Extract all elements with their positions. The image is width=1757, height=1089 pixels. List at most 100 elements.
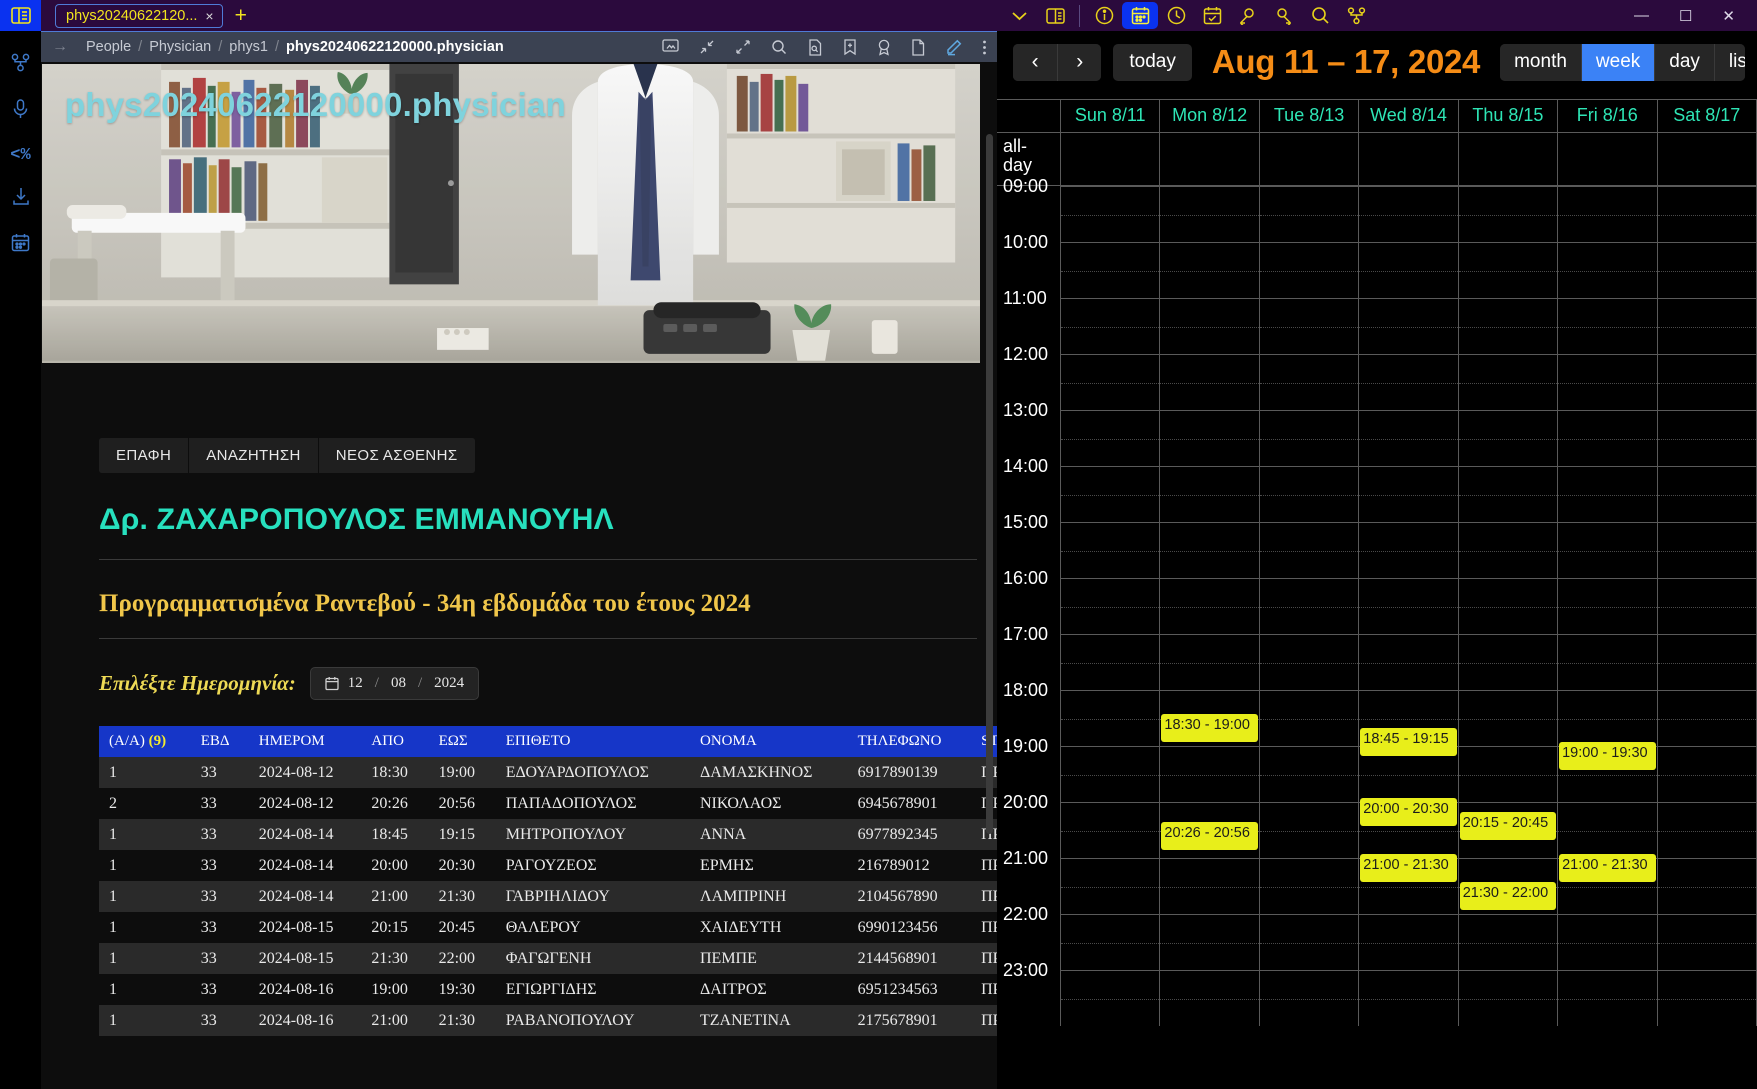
maximize-button[interactable]: ☐ bbox=[1679, 7, 1692, 25]
time-cell[interactable] bbox=[1259, 634, 1360, 690]
calendar-icon[interactable] bbox=[11, 233, 30, 257]
git-graph-icon[interactable] bbox=[1338, 2, 1374, 29]
time-cell[interactable] bbox=[1259, 186, 1360, 242]
table-row[interactable]: 1 33 2024-08-15 21:30 22:00 ΦΑΓΩΓΕΝΗ ΠΕΜΠΕ 2144… bbox=[99, 943, 997, 974]
breadcrumb-item-2[interactable]: phys1 bbox=[229, 39, 268, 55]
time-cell[interactable] bbox=[1359, 298, 1459, 354]
time-cell[interactable] bbox=[1558, 914, 1658, 970]
all-day-cell[interactable] bbox=[1160, 133, 1260, 185]
day-header-fri[interactable]: Fri 8/16 bbox=[1558, 100, 1658, 132]
time-cell[interactable] bbox=[1657, 914, 1757, 970]
info-icon[interactable] bbox=[1086, 2, 1122, 29]
calendar-event[interactable]: 21:00 - 21:30 bbox=[1559, 854, 1656, 882]
search-button[interactable]: ΑΝΑΖΗΤΗΣΗ bbox=[189, 438, 319, 473]
time-cell[interactable] bbox=[1359, 914, 1459, 970]
graph-view-icon[interactable] bbox=[11, 53, 30, 77]
calendar-event[interactable]: 20:15 - 20:45 bbox=[1459, 812, 1557, 840]
contact-button[interactable]: ΕΠΑΦΗ bbox=[99, 438, 190, 473]
time-cell[interactable] bbox=[1458, 914, 1559, 970]
all-day-cell[interactable] bbox=[1658, 133, 1757, 185]
view-list-button[interactable]: list bbox=[1713, 43, 1745, 81]
prev-week-button[interactable]: ‹ bbox=[1013, 43, 1058, 81]
time-cell[interactable] bbox=[1160, 410, 1260, 466]
time-cell[interactable] bbox=[1558, 634, 1658, 690]
calendar-event[interactable]: 18:30 - 19:00 bbox=[1161, 714, 1258, 742]
time-cell[interactable] bbox=[1061, 802, 1161, 858]
time-cell[interactable] bbox=[1160, 522, 1260, 578]
time-cell[interactable] bbox=[1558, 186, 1658, 242]
time-cell[interactable] bbox=[1657, 466, 1757, 522]
day-header-sat[interactable]: Sat 8/17 bbox=[1658, 100, 1757, 132]
all-day-cell[interactable] bbox=[1558, 133, 1658, 185]
time-cell[interactable] bbox=[1657, 354, 1757, 410]
day-header-wed[interactable]: Wed 8/14 bbox=[1359, 100, 1459, 132]
time-cell[interactable] bbox=[1558, 298, 1658, 354]
time-cell[interactable] bbox=[1558, 242, 1658, 298]
time-cell[interactable] bbox=[1657, 634, 1757, 690]
time-cell[interactable] bbox=[1458, 298, 1559, 354]
table-row[interactable]: 1 33 2024-08-16 19:00 19:30 ΕΓΙΩΡΓΙΔΗΣ ΔΑΙΤΡΟΣ… bbox=[99, 974, 997, 1005]
calendar-check-icon[interactable] bbox=[1194, 2, 1230, 29]
time-cell[interactable] bbox=[1259, 522, 1360, 578]
time-cell[interactable] bbox=[1061, 634, 1161, 690]
search-icon[interactable] bbox=[1302, 2, 1338, 29]
next-week-button[interactable]: › bbox=[1057, 43, 1102, 81]
time-cell[interactable] bbox=[1558, 466, 1658, 522]
time-cell[interactable] bbox=[1259, 242, 1360, 298]
time-cell[interactable] bbox=[1160, 914, 1260, 970]
calendar-event[interactable]: 20:00 - 20:30 bbox=[1360, 798, 1457, 826]
view-day-button[interactable]: day bbox=[1654, 43, 1714, 81]
time-cell[interactable] bbox=[1160, 466, 1260, 522]
time-cell[interactable] bbox=[1458, 634, 1559, 690]
day-header-thu[interactable]: Thu 8/15 bbox=[1459, 100, 1559, 132]
table-row[interactable]: 1 33 2024-08-15 20:15 20:45 ΘΑΛΕΡΟΥ ΧΑΙΔΕΥΤΗ 69… bbox=[99, 912, 997, 943]
time-cell[interactable] bbox=[1657, 690, 1757, 746]
time-cell[interactable] bbox=[1061, 186, 1161, 242]
time-cell[interactable] bbox=[1061, 354, 1161, 410]
time-cell[interactable] bbox=[1657, 578, 1757, 634]
more-options-icon[interactable] bbox=[982, 39, 987, 56]
time-cell[interactable] bbox=[1160, 354, 1260, 410]
time-cell[interactable] bbox=[1259, 298, 1360, 354]
time-cell[interactable] bbox=[1458, 970, 1559, 1026]
view-month-button[interactable]: month bbox=[1500, 43, 1581, 81]
time-cell[interactable] bbox=[1558, 578, 1658, 634]
presentation-icon[interactable] bbox=[662, 39, 679, 55]
time-cell[interactable] bbox=[1061, 466, 1161, 522]
microphone-icon[interactable] bbox=[12, 99, 29, 124]
time-cell[interactable] bbox=[1160, 298, 1260, 354]
time-cell[interactable] bbox=[1160, 970, 1260, 1026]
time-cell[interactable] bbox=[1558, 690, 1658, 746]
table-row[interactable]: 2 33 2024-08-12 20:26 20:56 ΠΑΠΑΔΟΠΟΥΛΟΣ ΝΙΚΟΛ… bbox=[99, 788, 997, 819]
time-cell[interactable] bbox=[1259, 690, 1360, 746]
time-cell[interactable] bbox=[1259, 802, 1360, 858]
new-tab-button[interactable]: + bbox=[235, 5, 247, 26]
time-cell[interactable] bbox=[1458, 522, 1559, 578]
time-cell[interactable] bbox=[1657, 298, 1757, 354]
time-cell[interactable] bbox=[1359, 186, 1459, 242]
today-button[interactable]: today bbox=[1113, 43, 1192, 81]
collapse-icon[interactable] bbox=[699, 39, 715, 55]
time-cell[interactable] bbox=[1558, 354, 1658, 410]
chevron-down-icon[interactable] bbox=[1001, 2, 1037, 29]
tab-note[interactable]: phys20240622120... × bbox=[55, 3, 223, 28]
time-cell[interactable] bbox=[1458, 242, 1559, 298]
time-cell[interactable] bbox=[1160, 858, 1260, 914]
calendar-event[interactable]: 20:26 - 20:56 bbox=[1161, 822, 1258, 851]
time-cell[interactable] bbox=[1458, 186, 1559, 242]
time-cell[interactable] bbox=[1061, 242, 1161, 298]
table-row[interactable]: 1 33 2024-08-14 18:45 19:15 ΜΗΤΡΟΠΟΥΛΟΥ ΑΝΝΑ 69… bbox=[99, 819, 997, 850]
time-cell[interactable] bbox=[1259, 858, 1360, 914]
time-cell[interactable] bbox=[1259, 914, 1360, 970]
time-cell[interactable] bbox=[1458, 354, 1559, 410]
new-note-icon[interactable] bbox=[911, 38, 925, 56]
time-cell[interactable] bbox=[1657, 410, 1757, 466]
forward-icon[interactable]: → bbox=[52, 38, 68, 56]
day-header-mon[interactable]: Mon 8/12 bbox=[1160, 100, 1260, 132]
breadcrumb-item-0[interactable]: People bbox=[86, 39, 131, 55]
calendar-icon[interactable] bbox=[1122, 2, 1158, 29]
time-cell[interactable] bbox=[1359, 466, 1459, 522]
time-cell[interactable] bbox=[1160, 242, 1260, 298]
bookmark-add-icon[interactable] bbox=[843, 38, 857, 56]
sync-forward-icon[interactable] bbox=[1266, 2, 1302, 29]
